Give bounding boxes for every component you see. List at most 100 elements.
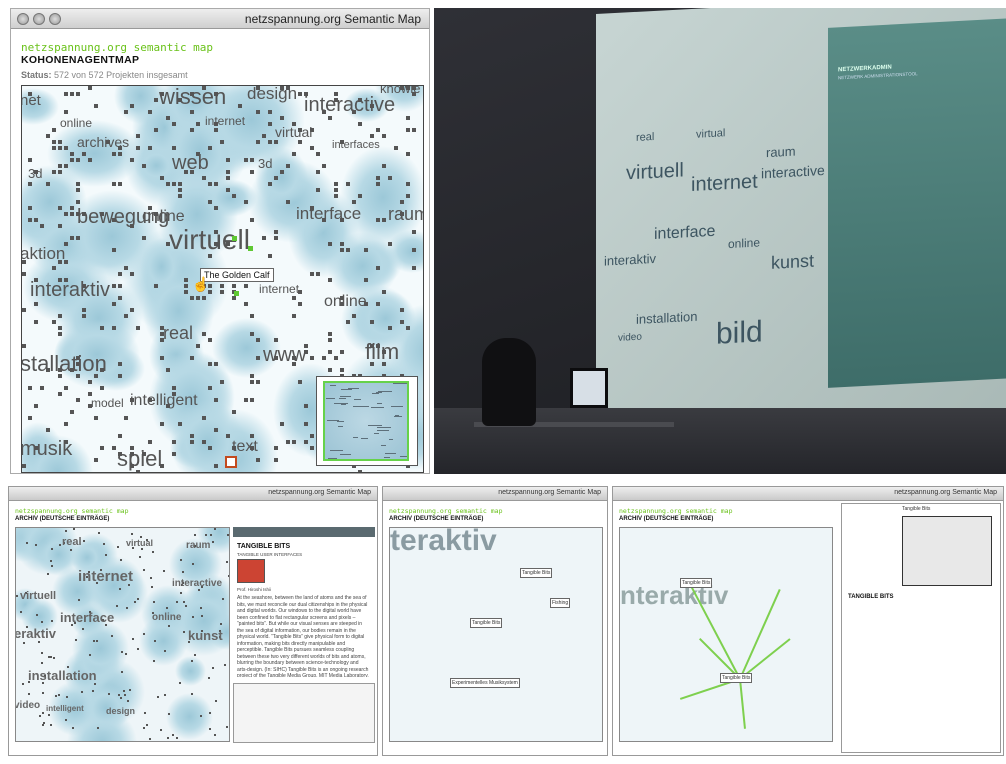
project-dot[interactable] [358, 470, 362, 472]
project-dot[interactable] [322, 164, 326, 168]
project-dot[interactable] [286, 200, 290, 204]
project-dot[interactable] [76, 92, 80, 96]
project-dot[interactable] [400, 308, 404, 312]
minimize-window-button[interactable] [33, 13, 45, 25]
project-dot[interactable] [298, 92, 302, 96]
shot-map[interactable]: nteraktiv Tangible Bits Tangible Bits [619, 527, 833, 742]
project-dot[interactable] [46, 134, 50, 138]
project-dot[interactable] [382, 218, 386, 222]
project-dot[interactable] [212, 666, 215, 669]
project-dot[interactable] [412, 128, 416, 132]
project-dot[interactable] [179, 682, 182, 685]
project-dot[interactable] [112, 446, 116, 450]
project-dot[interactable] [64, 92, 68, 96]
project-dot[interactable] [70, 92, 74, 96]
project-dot[interactable] [210, 534, 213, 537]
project-dot[interactable] [208, 182, 212, 186]
project-dot[interactable] [118, 374, 122, 378]
project-dot[interactable] [112, 284, 116, 288]
project-dot[interactable] [112, 248, 116, 252]
project-dot[interactable] [160, 356, 164, 360]
project-dot[interactable] [94, 104, 98, 108]
shot-map[interactable]: teraktiv Tangible Bits Tangible Bits Fishi… [389, 527, 603, 742]
project-dot[interactable] [190, 128, 194, 132]
project-dot[interactable] [163, 693, 166, 696]
project-dot[interactable] [58, 326, 62, 330]
project-dot[interactable] [310, 356, 314, 360]
project-dot[interactable] [200, 607, 203, 610]
project-dot[interactable] [137, 648, 140, 651]
project-dot[interactable] [250, 314, 254, 318]
project-dot[interactable] [382, 134, 386, 138]
project-dot[interactable] [172, 146, 176, 150]
project-dot[interactable] [172, 452, 176, 456]
project-dot[interactable] [190, 356, 194, 360]
project-dot[interactable] [250, 170, 254, 174]
project-dot[interactable] [49, 559, 52, 562]
project-dot[interactable] [226, 726, 229, 729]
project-dot[interactable] [76, 200, 80, 204]
project-dot[interactable] [250, 158, 254, 162]
project-dot[interactable] [183, 631, 186, 634]
project-dot[interactable] [164, 649, 167, 652]
project-dot[interactable] [208, 712, 211, 715]
project-dot[interactable] [52, 146, 56, 150]
project-dot[interactable] [148, 440, 152, 444]
project-dot[interactable] [70, 158, 74, 162]
project-dot[interactable] [117, 693, 120, 696]
zoom-window-button[interactable] [49, 13, 61, 25]
map-keyword[interactable]: interface [60, 610, 114, 625]
project-dot[interactable] [346, 248, 350, 252]
project-dot[interactable] [316, 170, 320, 174]
project-dot[interactable] [388, 176, 392, 180]
project-dot[interactable] [214, 206, 218, 210]
project-dot[interactable] [166, 116, 170, 120]
project-dot[interactable] [208, 386, 212, 390]
project-dot[interactable] [38, 715, 41, 718]
project-dot[interactable] [82, 308, 86, 312]
project-dot[interactable] [54, 694, 57, 697]
project-dot[interactable] [376, 176, 380, 180]
project-dot[interactable] [179, 591, 182, 594]
map-keyword[interactable]: intelligent [130, 392, 198, 410]
project-dot[interactable] [89, 653, 92, 656]
project-dot[interactable] [196, 122, 200, 126]
map-keyword[interactable]: virtuell [20, 590, 56, 602]
project-dot[interactable] [58, 140, 62, 144]
project-dot[interactable] [34, 404, 38, 408]
project-dot[interactable] [376, 266, 380, 270]
project-dot[interactable] [382, 290, 386, 294]
project-dot[interactable] [40, 386, 44, 390]
map-control-button[interactable] [225, 456, 237, 468]
map-keyword[interactable]: interface [296, 204, 361, 224]
project-dot[interactable] [130, 272, 134, 276]
project-dot[interactable] [112, 182, 116, 186]
project-dot[interactable] [28, 416, 32, 420]
map-keyword[interactable]: intelligent [46, 704, 84, 713]
project-dot[interactable] [112, 302, 116, 306]
project-dot[interactable] [64, 386, 68, 390]
project-dot[interactable] [124, 652, 127, 655]
project-dot[interactable] [119, 558, 122, 561]
project-dot[interactable] [172, 122, 176, 126]
project-dot[interactable] [226, 158, 230, 162]
project-dot[interactable] [262, 134, 266, 138]
project-dot[interactable] [232, 194, 236, 198]
project-dot[interactable] [268, 140, 272, 144]
project-dot[interactable] [232, 284, 236, 288]
map-keyword[interactable]: raum [388, 204, 423, 225]
project-dot[interactable] [262, 236, 266, 240]
project-dot[interactable] [406, 116, 410, 120]
project-dot[interactable] [328, 332, 332, 336]
project-dot[interactable] [376, 182, 380, 186]
project-dot[interactable] [50, 548, 53, 551]
project-dot[interactable] [58, 392, 62, 396]
project-dot[interactable] [304, 422, 308, 426]
project-dot[interactable] [22, 682, 25, 685]
project-dot[interactable] [71, 727, 74, 730]
project-dot[interactable] [250, 332, 254, 336]
project-dot[interactable] [208, 338, 212, 342]
project-dot[interactable] [244, 200, 248, 204]
project-dot[interactable] [36, 613, 39, 616]
project-dot[interactable] [406, 326, 410, 330]
